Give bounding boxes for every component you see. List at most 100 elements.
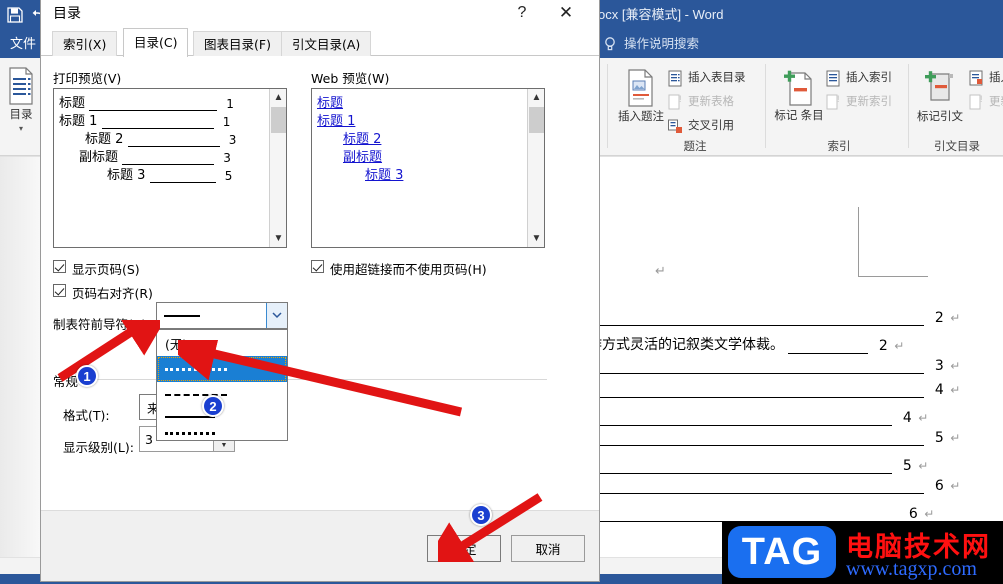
web-preview-row[interactable]: 标题	[317, 92, 343, 111]
checkbox-label: 显示页码(S)	[72, 262, 140, 277]
tab-leader-combobox[interactable]	[156, 302, 288, 329]
insert-caption-button[interactable]: 插入题注	[612, 64, 670, 124]
tab-table-of-contents[interactable]: 目录(C)	[123, 28, 189, 57]
web-preview-row[interactable]: 标题 1	[317, 110, 356, 129]
document-toc-line[interactable]: 、写作方式灵活的记叙类文学体裁。 2 ↵	[560, 334, 904, 354]
document-toc-line[interactable]: 2 ↵	[560, 310, 960, 330]
tab-leader-label: 制表符前导符(B):	[53, 317, 151, 332]
step-badge-2: 2	[202, 395, 224, 417]
dropdown-option-none[interactable]: (无)	[157, 330, 287, 356]
checkbox-use-hyperlinks[interactable]: 使用超链接而不使用页码(H)	[311, 259, 487, 278]
preview-page-number: 5	[224, 169, 233, 183]
insert-citation-index-icon	[968, 70, 985, 87]
close-icon[interactable]: ✕	[551, 0, 581, 26]
cross-reference-icon	[667, 118, 684, 135]
update-table-icon: !	[667, 94, 684, 111]
ribbon-group-index-label: 索引	[827, 141, 851, 153]
tab-table-of-figures[interactable]: 图表目录(F)	[193, 31, 282, 56]
dotted-line-icon	[165, 367, 227, 371]
scrollbar-thumb[interactable]	[271, 107, 286, 133]
paragraph-mark: ↵	[950, 311, 961, 325]
help-icon[interactable]: ?	[508, 0, 536, 26]
preview-row-text: 标题 2	[343, 132, 382, 147]
step-badge-1: 1	[76, 365, 98, 387]
toc-page-number: 6	[934, 478, 944, 494]
tab-table-of-authorities[interactable]: 引文目录(A)	[281, 31, 372, 56]
tab-leader-dropdown-list[interactable]: (无)	[156, 329, 288, 441]
insert-table-of-figures-button[interactable]: 插入表目录	[666, 66, 746, 90]
toc-leader	[578, 508, 899, 522]
preview-page-number: 3	[223, 151, 231, 165]
print-preview-row: 标题 1	[59, 92, 234, 111]
preview-row-text: 标题 3	[107, 168, 146, 183]
tab-index[interactable]: 索引(X)	[52, 31, 118, 56]
toc-leader	[592, 412, 893, 426]
insert-index-icon	[825, 70, 842, 87]
scroll-down-icon[interactable]: ▼	[528, 230, 544, 247]
dialog-title-bar: 目录 ? ✕	[41, 0, 599, 28]
web-preview-row[interactable]: 标题 2	[343, 128, 382, 147]
web-preview-scrollbar[interactable]: ▲ ▼	[527, 89, 544, 247]
preview-row-text: 副标题	[79, 150, 119, 165]
print-preview-scrollbar[interactable]: ▲ ▼	[269, 89, 286, 247]
save-icon[interactable]	[6, 6, 24, 24]
cancel-button[interactable]: 取消	[511, 535, 585, 562]
insert-caption-label: 插入题注	[618, 111, 664, 123]
toc-leader	[564, 360, 925, 374]
document-toc-line[interactable]: 4 ↵	[560, 382, 960, 402]
ribbon-separator	[908, 64, 909, 148]
print-preview-row: 副标题 3	[79, 146, 231, 165]
document-toc-line[interactable]: 裁 6 ↵	[560, 502, 934, 522]
update-index-button: ! 更新索引	[824, 90, 892, 114]
web-preview-box[interactable]: 标题 标题 1 标题 2 副标题 标题 3 ▲ ▼	[311, 88, 545, 248]
preview-leader	[149, 171, 216, 183]
mark-citation-label: 标记引文	[917, 111, 963, 123]
solid-line-icon	[165, 416, 215, 418]
scroll-up-icon[interactable]: ▲	[528, 89, 544, 106]
mark-entry-icon	[782, 68, 816, 108]
ok-button[interactable]: 确定	[427, 535, 501, 562]
ribbon-group-citations: 标记引文 插入 ! 更新 引文目录	[911, 58, 1003, 156]
ribbon-separator	[765, 64, 766, 148]
toc-page-number: 5	[934, 430, 944, 446]
margin-corner-mark	[858, 207, 928, 277]
dialog-tabstrip: 索引(X) 目录(C) 图表目录(F) 引文目录(A)	[41, 28, 599, 57]
insert-table-of-figures-icon	[667, 70, 684, 87]
checkbox-right-align-page-numbers[interactable]: 页码右对齐(R)	[53, 283, 153, 302]
document-toc-line[interactable]: 5 ↵	[560, 430, 960, 450]
mark-citation-button[interactable]: 标记引文	[911, 64, 969, 124]
mark-entry-button[interactable]: 标记 条目	[770, 64, 828, 123]
tell-me-search[interactable]: 操作说明搜索	[596, 30, 699, 58]
insert-index-button[interactable]: 插入索引	[824, 66, 892, 90]
dotted-line-icon	[165, 431, 215, 435]
scroll-up-icon[interactable]: ▲	[270, 89, 286, 106]
preview-row-text: 标题 1	[317, 114, 356, 129]
insert-caption-icon	[624, 68, 658, 108]
insert-index-label: 插入索引	[846, 72, 892, 84]
web-preview-row[interactable]: 副标题	[343, 146, 383, 165]
cross-reference-button[interactable]: 交叉引用	[666, 114, 734, 138]
insert-citation-index-button[interactable]: 插入	[967, 66, 1003, 90]
preview-row-text: 副标题	[343, 150, 383, 165]
document-toc-line[interactable]: 假说 4 ↵	[560, 406, 928, 426]
web-preview-row[interactable]: 标题 3	[365, 164, 403, 183]
document-toc-line[interactable]: 6 ↵	[560, 478, 960, 498]
tab-file[interactable]: 文件	[3, 30, 43, 58]
insert-citation-index-label: 插入	[989, 72, 1003, 84]
dialog-body: 索引(X) 目录(C) 图表目录(F) 引文目录(A) 打印预览(V) 标题 1…	[41, 28, 599, 580]
paragraph-mark: ↵	[950, 383, 961, 397]
document-toc-line[interactable]: 3 ↵	[560, 358, 960, 378]
document-toc-line[interactable]: 要素 5 ↵	[560, 454, 928, 474]
toc-leader	[564, 384, 925, 398]
checkbox-show-page-numbers[interactable]: 显示页码(S)	[53, 259, 140, 278]
toc-page-number: 4	[902, 410, 912, 426]
dropdown-option-dotted[interactable]	[157, 356, 287, 382]
paragraph-mark: ↵	[894, 339, 905, 353]
scrollbar-thumb[interactable]	[529, 107, 544, 133]
dropdown-option-dotted-2[interactable]	[157, 426, 287, 440]
show-levels-label: 显示级别(L):	[63, 440, 134, 455]
chevron-down-icon[interactable]	[266, 303, 287, 328]
print-preview-box[interactable]: 标题 1 标题 1 1 标题 2 3 副标题 3 标题 3 5 ▲ ▼	[53, 88, 287, 248]
scroll-down-icon[interactable]: ▼	[270, 230, 286, 247]
mark-citation-icon	[923, 68, 957, 108]
